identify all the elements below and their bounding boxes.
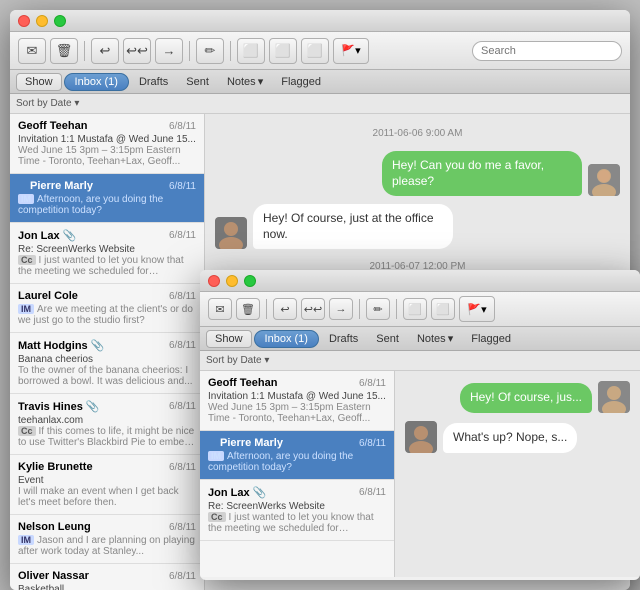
title-bar <box>10 10 630 32</box>
email-item-1[interactable]: Pierre Marly 6/8/11 IMAfternoon, are you… <box>10 174 204 223</box>
forward-button[interactable]: → <box>155 38 183 64</box>
reply-button-2[interactable]: ↩ <box>273 298 297 320</box>
mailbox-button-2[interactable]: ⬜ <box>403 298 427 320</box>
mailbox-button[interactable]: ⬜ <box>237 38 265 64</box>
email-item-w2-2[interactable]: Jon Lax 📎 6/8/11 Re: ScreenWerks Website… <box>200 480 394 541</box>
email-item-3[interactable]: Laurel Cole 6/8/11 IMAre we meeting at t… <box>10 284 204 333</box>
email-item-7[interactable]: Nelson Leung 6/8/11 IMJason and I are pl… <box>10 515 204 564</box>
sort-bar: Sort by Date ▾ <box>10 94 630 114</box>
email-item-4[interactable]: Matt Hodgins 📎 6/8/11 Banana cheerios To… <box>10 333 204 394</box>
timestamp-1: 2011-06-06 9:00 AM <box>215 128 620 139</box>
tab-notes-2[interactable]: Notes ▾ <box>409 330 461 347</box>
toolbar-2: ✉ 🗑 ↩ ↩↩ → ✏ ⬜ ⬜ 🚩▾ <box>200 292 640 327</box>
tab-flagged[interactable]: Flagged <box>273 74 329 90</box>
delete-button[interactable]: 🗑 <box>50 38 78 64</box>
minimize-button-2[interactable] <box>226 275 238 287</box>
compose-button[interactable]: ✏ <box>196 38 224 64</box>
panel-button[interactable]: ⬜ <box>301 38 329 64</box>
avatar-recv-1 <box>215 217 247 249</box>
new-message-button-2[interactable]: ✉ <box>208 298 232 320</box>
avatar-2-recv <box>405 421 437 453</box>
tab-notes[interactable]: Notes ▾ <box>219 73 271 90</box>
email-list-2: Geoff Teehan 6/8/11 Invitation 1:1 Musta… <box>200 371 395 577</box>
bubble-recv-1: Hey! Of course, just at the office now. <box>253 204 453 249</box>
chat-pane-2: Hey! Of course, jus... What's up? Nope, … <box>395 371 640 577</box>
tab-inbox[interactable]: Inbox (1) <box>64 73 129 91</box>
close-button-2[interactable] <box>208 275 220 287</box>
tab-drafts[interactable]: Drafts <box>131 74 176 90</box>
reply-all-button-2[interactable]: ↩↩ <box>301 298 325 320</box>
tab-show-2[interactable]: Show <box>206 330 252 348</box>
sep-2 <box>266 299 267 319</box>
reply-all-button[interactable]: ↩↩ <box>123 38 151 64</box>
minimize-button[interactable] <box>36 15 48 27</box>
tab-sent-2[interactable]: Sent <box>368 331 407 347</box>
chat-row-2-2: What's up? Nope, s... <box>405 421 630 453</box>
view-button-2[interactable]: ⬜ <box>431 298 455 320</box>
sort-bar-2: Sort by Date ▾ <box>200 351 640 371</box>
email-item-w2-0[interactable]: Geoff Teehan 6/8/11 Invitation 1:1 Musta… <box>200 371 394 431</box>
chat-row-2-1: Hey! Of course, jus... <box>405 381 630 413</box>
tab-drafts-2[interactable]: Drafts <box>321 331 366 347</box>
sort-label-2[interactable]: Sort by Date ▾ <box>206 355 269 366</box>
chat-message-recv-1: Hey! Of course, just at the office now. <box>215 204 620 249</box>
email-item-6[interactable]: Kylie Brunette 6/8/11 Event I will make … <box>10 455 204 515</box>
tab-flagged-2[interactable]: Flagged <box>463 331 519 347</box>
bubble-sent-1: Hey! Can you do me a favor, please? <box>382 151 582 196</box>
bubble-2-2: What's up? Nope, s... <box>443 423 577 453</box>
email-list: Geoff Teehan 6/8/11 Invitation 1:1 Musta… <box>10 114 205 590</box>
flag-button-2[interactable]: 🚩▾ <box>459 296 495 322</box>
main-content-2: Geoff Teehan 6/8/11 Invitation 1:1 Musta… <box>200 371 640 577</box>
maximize-button[interactable] <box>54 15 66 27</box>
email-item-8[interactable]: Oliver Nassar 6/8/11 Basketball Jason an… <box>10 564 204 590</box>
tab-show[interactable]: Show <box>16 73 62 91</box>
toolbar-separator <box>84 41 85 61</box>
toolbar-separator2 <box>189 41 190 61</box>
tab-bar: Show Inbox (1) Drafts Sent Notes ▾ Flagg… <box>10 70 630 94</box>
chat-messages-2: Hey! Of course, jus... What's up? Nope, … <box>395 371 640 577</box>
bubble-2-1: Hey! Of course, jus... <box>460 383 592 413</box>
close-button[interactable] <box>18 15 30 27</box>
view-button[interactable]: ⬜ <box>269 38 297 64</box>
chat-message-sent-1: Hey! Can you do me a favor, please? <box>215 151 620 196</box>
compose-button-2[interactable]: ✏ <box>366 298 390 320</box>
avatar-sent-1 <box>588 164 620 196</box>
sep-3 <box>359 299 360 319</box>
tab-bar-2: Show Inbox (1) Drafts Sent Notes ▾ Flagg… <box>200 327 640 351</box>
toolbar-separator3 <box>230 41 231 61</box>
tab-inbox-2[interactable]: Inbox (1) <box>254 330 319 348</box>
sep-4 <box>396 299 397 319</box>
email-item-w2-1[interactable]: Pierre Marly 6/8/11 IMAfternoon, are you… <box>200 431 394 480</box>
avatar-2-sent <box>598 381 630 413</box>
email-item-0[interactable]: Geoff Teehan 6/8/11 Invitation 1:1 Musta… <box>10 114 204 174</box>
email-item-5[interactable]: Travis Hines 📎 6/8/11 teehanlax.com CcIf… <box>10 394 204 455</box>
secondary-window: ✉ 🗑 ↩ ↩↩ → ✏ ⬜ ⬜ 🚩▾ Show Inbox (1) Draft… <box>200 270 640 580</box>
maximize-button-2[interactable] <box>244 275 256 287</box>
search-input[interactable] <box>472 41 622 61</box>
delete-button-2[interactable]: 🗑 <box>236 298 260 320</box>
flag-button[interactable]: 🚩▾ <box>333 38 369 64</box>
tab-sent[interactable]: Sent <box>178 74 217 90</box>
title-bar-2 <box>200 270 640 292</box>
email-item-2[interactable]: Jon Lax 📎 6/8/11 Re: ScreenWerks Website… <box>10 223 204 284</box>
sort-label[interactable]: Sort by Date ▾ <box>16 98 79 109</box>
new-message-button[interactable]: ✉ <box>18 38 46 64</box>
toolbar: ✉ 🗑 ↩ ↩↩ → ✏ ⬜ ⬜ ⬜ 🚩▾ <box>10 32 630 70</box>
forward-button-2[interactable]: → <box>329 298 353 320</box>
reply-button[interactable]: ↩ <box>91 38 119 64</box>
